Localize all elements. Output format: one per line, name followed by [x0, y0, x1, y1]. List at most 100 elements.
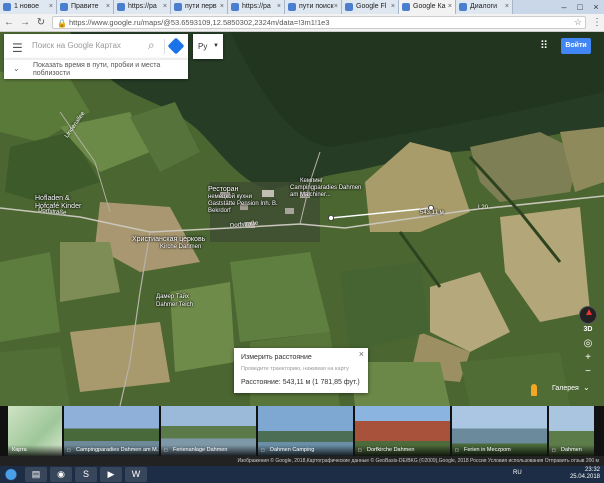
word-icon[interactable]: W	[125, 467, 147, 482]
browser-tab[interactable]: пути поиск ×	[285, 0, 342, 14]
directions-icon[interactable]	[167, 37, 185, 55]
restaurant-name-label: Gaststätte Pension Inh. B. Bekrdorf	[208, 201, 278, 214]
browser-menu-icon[interactable]: ⋮	[590, 17, 604, 28]
browser-tab[interactable]: 1 новое ×	[0, 0, 57, 14]
photo-thumbnail[interactable]: ◘ Dorfkirche Dahmen	[355, 406, 450, 456]
close-tab-icon[interactable]: ×	[49, 0, 53, 14]
photo-thumbnail[interactable]: ◘ Ferien in Meczpom	[452, 406, 547, 456]
dropdown-arrow-icon: ▼	[213, 43, 219, 49]
hofladen-label[interactable]: Hofladen &	[35, 195, 70, 203]
maximize-icon[interactable]: □	[572, 0, 588, 14]
signin-button[interactable]: Войти	[561, 38, 591, 54]
browser-tab[interactable]: https://ра ×	[228, 0, 285, 14]
skype-icon[interactable]: S	[75, 467, 97, 482]
close-icon[interactable]: ×	[359, 349, 364, 359]
photo-thumbnail[interactable]: ◘ Dahmen Camping	[258, 406, 353, 456]
browser-tab-active[interactable]: Google Ка ×	[399, 0, 456, 14]
restaurant-sub-label: немецкой кухни	[208, 194, 252, 200]
thumb-caption: Campingparadies Dahmen am M...	[64, 445, 159, 456]
favicon-icon	[174, 3, 182, 11]
compass-icon[interactable]	[579, 306, 597, 324]
clock[interactable]: 23:32 25.04.2018	[570, 467, 600, 481]
road-label-l20: L20	[478, 205, 489, 211]
thumb-caption: Dahmen Camping	[258, 445, 353, 456]
browser-tab[interactable]: Google Fl ×	[342, 0, 399, 14]
chrome-icon[interactable]: ◉	[50, 467, 72, 482]
thumb-caption: Карта	[8, 445, 62, 456]
favicon-icon	[117, 3, 125, 11]
favicon-icon	[345, 3, 353, 11]
favicon-icon	[3, 3, 11, 11]
folder-icon[interactable]: ▤	[25, 467, 47, 482]
favicon-icon	[60, 3, 68, 11]
measure-result: Расстояние: 543,11 м (1 781,85 фут.)	[241, 379, 360, 386]
start-button-icon[interactable]	[0, 466, 22, 483]
minimize-icon[interactable]: –	[556, 0, 572, 14]
pegman-icon[interactable]	[531, 384, 537, 396]
search-input[interactable]: Поиск на Google Картах	[32, 41, 121, 50]
photo-thumbnail[interactable]: ◘ Campingparadies Dahmen am M...	[64, 406, 159, 456]
photo-thumbnail[interactable]: ◘ Dahmen	[549, 406, 594, 456]
travel-time-panel[interactable]: ⌄ Показать время в пути, пробки и места …	[4, 59, 188, 79]
church-label[interactable]: Христианская церковь	[132, 236, 205, 244]
close-tab-icon[interactable]: ×	[448, 0, 452, 14]
menu-icon[interactable]: ☰	[12, 41, 23, 55]
photo-thumbnail[interactable]: ◘ Ferienanlage Dahmen	[161, 406, 256, 456]
thumb-caption: Ferienanlage Dahmen	[161, 445, 256, 456]
divider	[164, 39, 165, 54]
close-tab-icon[interactable]: ×	[505, 0, 509, 14]
measure-distance-panel: Измерить расстояние Проведите траекторию…	[234, 348, 368, 393]
measure-point-label: 543,11 м	[420, 210, 444, 216]
thumb-caption: Dahmen	[549, 445, 594, 456]
zoom-out-button[interactable]: −	[581, 366, 595, 378]
taskbar: ▤ ◉ S ▶ W RU 23:32 25.04.2018	[0, 466, 604, 483]
favicon-icon	[231, 3, 239, 11]
restaurant-label[interactable]: Ресторан	[208, 186, 238, 194]
favicon-icon	[402, 3, 410, 11]
browser-tab[interactable]: Диалоги ×	[456, 0, 513, 14]
measure-hint: Проведите траекторию, нажимая на карту	[241, 366, 349, 372]
photo-strip: Карта ◘ Campingparadies Dahmen am M... ◘…	[0, 406, 604, 456]
gallery-label[interactable]: Галерея	[552, 385, 579, 392]
window-controls: – □ ×	[556, 0, 604, 14]
footer-text: Изображения © Google, 2018,Картографичес…	[237, 458, 599, 464]
close-tab-icon[interactable]: ×	[220, 0, 224, 14]
tilt-3d-button[interactable]: 3D	[580, 326, 596, 338]
favicon-icon	[459, 3, 467, 11]
measure-title: Измерить расстояние	[241, 354, 312, 361]
teich-label[interactable]: Дамер Тайх	[156, 294, 189, 301]
chevron-down-icon[interactable]: ⌄	[583, 383, 590, 392]
thumb-caption: Ferien in Meczpom	[452, 445, 547, 456]
travel-time-text: Показать время в пути, пробки и места по…	[33, 62, 161, 77]
close-tab-icon[interactable]: ×	[334, 0, 338, 14]
close-tab-icon[interactable]: ×	[277, 0, 281, 14]
browser-tab[interactable]: https://ра ×	[114, 0, 171, 14]
search-box: ☰ Поиск на Google Картах ⌕	[4, 34, 188, 59]
reload-icon[interactable]: ↻	[34, 16, 48, 30]
search-icon[interactable]: ⌕	[148, 38, 155, 53]
teich-name-label: Dahmer Teich	[156, 302, 193, 308]
close-tab-icon[interactable]: ×	[391, 0, 395, 14]
close-tab-icon[interactable]: ×	[163, 0, 167, 14]
language-select[interactable]: Ру ▼	[193, 34, 223, 59]
camping-label[interactable]: Кемпинг	[300, 178, 323, 185]
close-window-icon[interactable]: ×	[588, 0, 604, 14]
back-arrow-icon[interactable]: ←	[2, 16, 16, 30]
browser-tab[interactable]: Правите ×	[57, 0, 114, 14]
my-location-icon[interactable]: ◎	[581, 338, 595, 350]
url-input[interactable]: 🔒 https://www.google.ru/maps/@53.6593109…	[52, 16, 586, 29]
forward-arrow-icon[interactable]: →	[18, 16, 32, 30]
close-tab-icon[interactable]: ×	[106, 0, 110, 14]
chevron-down-icon: ⌄	[13, 64, 20, 73]
church-name-label: Kirche Dahmen	[160, 244, 202, 250]
language-indicator[interactable]: RU	[513, 470, 522, 476]
bookmark-star-icon[interactable]: ☆	[574, 17, 582, 28]
zoom-in-button[interactable]: +	[581, 352, 595, 364]
map-footer: Изображения © Google, 2018,Картографичес…	[0, 456, 604, 466]
tab-bar: 1 новое × Правите × https://ра × пути перв ×…	[0, 0, 604, 14]
apps-grid-icon[interactable]: ⠿	[540, 40, 552, 52]
media-icon[interactable]: ▶	[100, 467, 122, 482]
camping-name-label: Campingparadies Dahmen am Malchiner...	[290, 185, 362, 198]
browser-tab[interactable]: пути перв ×	[171, 0, 228, 14]
map-thumbnail[interactable]: Карта	[8, 406, 62, 456]
